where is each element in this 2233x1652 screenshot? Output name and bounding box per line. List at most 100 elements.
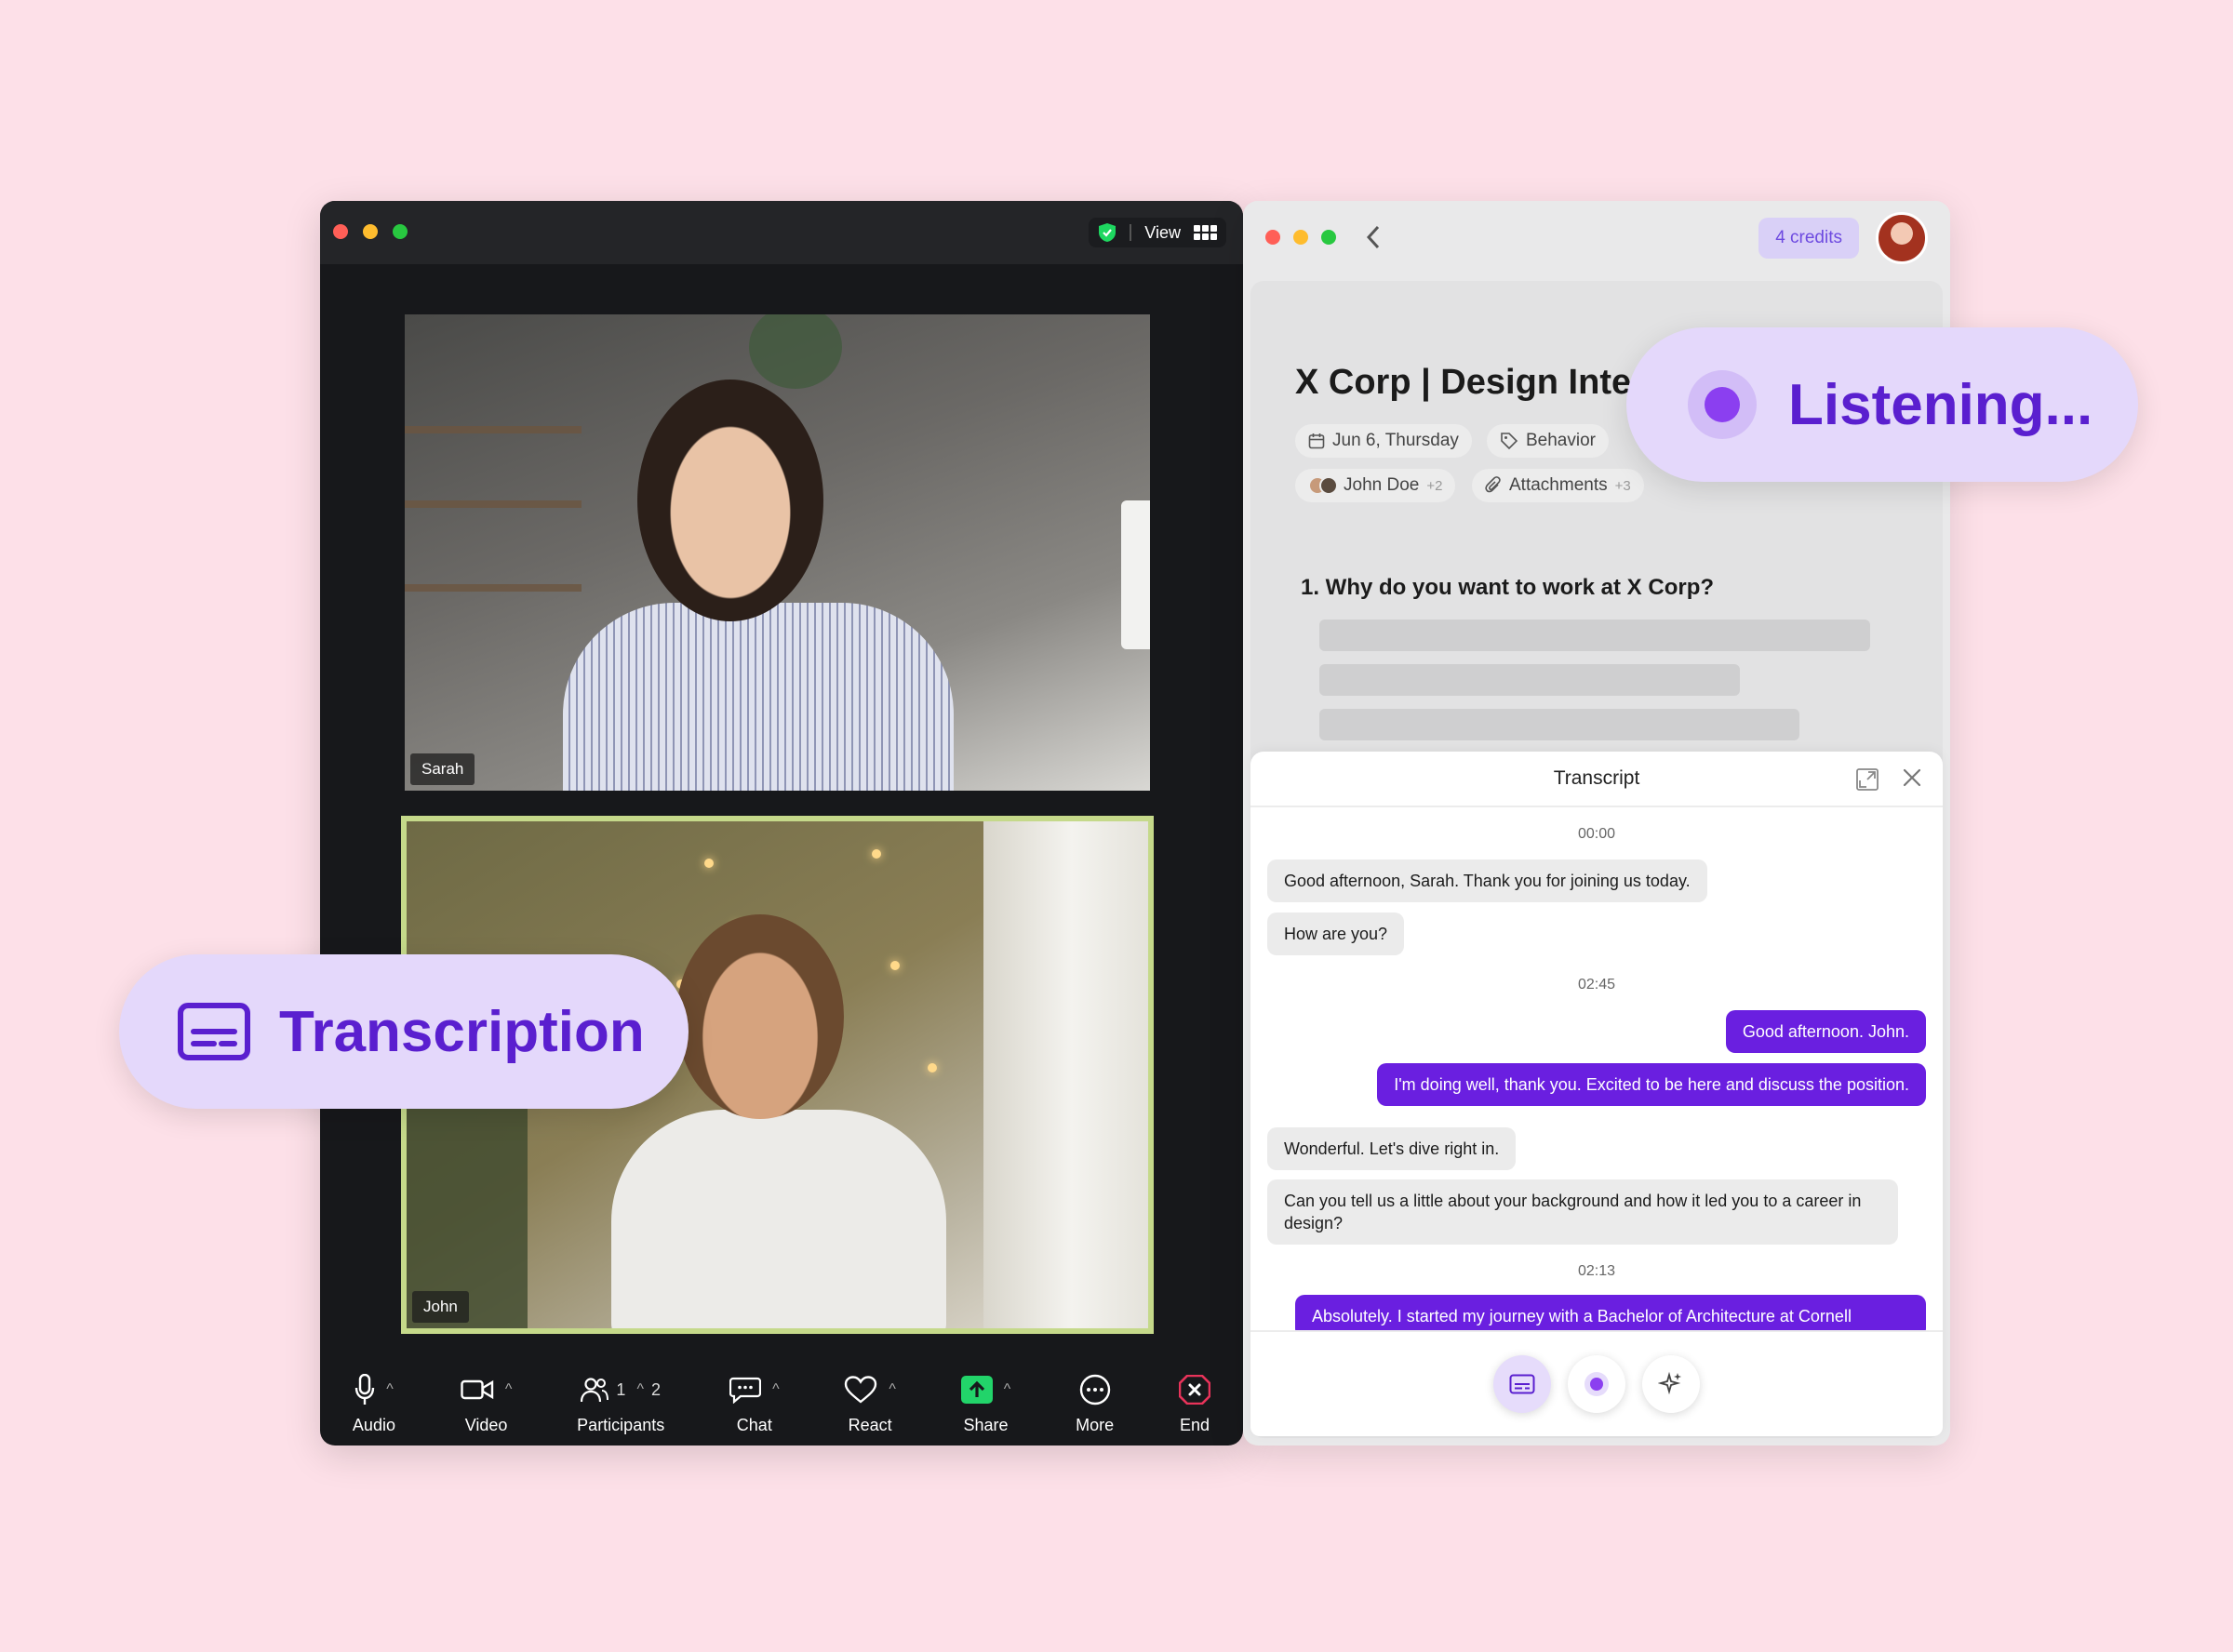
participants-count: 2 bbox=[650, 1379, 661, 1399]
answer-placeholder bbox=[1319, 664, 1740, 696]
chevron-up-icon[interactable]: ^ bbox=[889, 1381, 896, 1398]
background-shelf bbox=[405, 426, 582, 433]
participant-name-tag: Sarah bbox=[410, 753, 475, 785]
message-bubble-interviewer: How are you? bbox=[1267, 913, 1405, 955]
close-window-button[interactable] bbox=[1265, 230, 1280, 245]
message-bubble-interviewer: Can you tell us a little about your back… bbox=[1267, 1179, 1898, 1245]
user-avatar[interactable] bbox=[1876, 212, 1928, 264]
ai-assist-button[interactable] bbox=[1642, 1355, 1700, 1413]
video-camera-icon bbox=[461, 1379, 494, 1400]
react-button[interactable]: ^ React bbox=[844, 1373, 896, 1435]
people-chip[interactable]: John Doe +2 bbox=[1295, 469, 1456, 502]
date-label: Jun 6, Thursday bbox=[1332, 431, 1459, 450]
minimize-window-button[interactable] bbox=[1293, 230, 1308, 245]
listening-label: Listening... bbox=[1788, 372, 2093, 437]
end-label: End bbox=[1179, 1416, 1210, 1434]
tag-chip[interactable]: Behavior bbox=[1487, 424, 1609, 458]
page-title: X Corp | Design Interv bbox=[1295, 363, 1665, 402]
chevron-up-icon[interactable]: ^ bbox=[772, 1381, 780, 1398]
participants-icon bbox=[581, 1378, 609, 1403]
bokeh-light bbox=[704, 859, 714, 868]
transcript-actions bbox=[1250, 1330, 1943, 1436]
transcript-messages[interactable]: 00:00 Good afternoon, Sarah. Thank you f… bbox=[1250, 807, 1943, 1330]
audio-label: Audio bbox=[352, 1416, 395, 1434]
attachments-more-count: +3 bbox=[1614, 477, 1631, 494]
microphone-icon bbox=[354, 1374, 375, 1405]
transcription-label: Transcription bbox=[279, 999, 645, 1064]
record-icon bbox=[1584, 1372, 1609, 1396]
more-button[interactable]: More bbox=[1076, 1373, 1114, 1435]
chat-icon bbox=[729, 1377, 762, 1404]
end-call-icon bbox=[1179, 1375, 1210, 1405]
close-icon[interactable] bbox=[1902, 767, 1922, 788]
calendar-icon bbox=[1308, 433, 1325, 449]
message-bubble-interviewer: Good afternoon, Sarah. Thank you for joi… bbox=[1267, 859, 1707, 902]
view-label: View bbox=[1144, 222, 1181, 242]
background-plant bbox=[749, 314, 842, 389]
transcript-header: Transcript bbox=[1250, 752, 1943, 807]
end-button[interactable]: End bbox=[1179, 1373, 1210, 1435]
listening-indicator: Listening... bbox=[1626, 327, 2138, 482]
meeting-toolbar: ^ Audio ^ Video 1 ^ 2 Participants ^ Chat … bbox=[320, 1352, 1243, 1446]
person-body bbox=[611, 1110, 946, 1328]
participant-name-tag: John bbox=[412, 1291, 469, 1323]
minimize-window-button[interactable] bbox=[363, 224, 378, 239]
bokeh-light bbox=[872, 849, 881, 859]
shield-icon bbox=[1099, 223, 1116, 242]
more-label: More bbox=[1076, 1416, 1115, 1434]
audio-button[interactable]: ^ Audio bbox=[353, 1373, 395, 1435]
background-shelf bbox=[405, 584, 582, 592]
participants-label: Participants bbox=[577, 1416, 665, 1434]
transcription-badge: Transcription bbox=[119, 954, 689, 1109]
divider bbox=[1130, 224, 1132, 241]
participants-count: 1 bbox=[616, 1379, 626, 1399]
attachments-chip[interactable]: Attachments +3 bbox=[1472, 469, 1644, 502]
captions-icon bbox=[1509, 1374, 1535, 1394]
transcript-panel: Transcript 00:00 Good afternoon, Sarah. … bbox=[1250, 752, 1943, 1436]
background-shelf bbox=[405, 500, 582, 508]
person-head bbox=[676, 914, 844, 1119]
zoom-window: View Sarah John ^ Audio ^ Video 1 ^ 2 Pa… bbox=[320, 201, 1243, 1446]
answer-placeholder bbox=[1319, 709, 1799, 740]
captions-icon bbox=[178, 1003, 250, 1060]
record-button[interactable] bbox=[1568, 1355, 1625, 1413]
more-icon bbox=[1079, 1374, 1110, 1406]
view-menu[interactable]: View bbox=[1089, 218, 1226, 247]
people-avatars-icon bbox=[1308, 475, 1338, 496]
timestamp: 00:00 bbox=[1577, 826, 1616, 842]
chevron-up-icon[interactable]: ^ bbox=[1004, 1381, 1011, 1398]
message-bubble-candidate: I'm doing well, thank you. Excited to be… bbox=[1377, 1063, 1926, 1106]
bokeh-light bbox=[928, 1063, 937, 1072]
tag-icon bbox=[1501, 433, 1518, 450]
tag-label: Behavior bbox=[1526, 431, 1596, 450]
background-lamp bbox=[1121, 500, 1150, 649]
background-curtain bbox=[983, 821, 1148, 1328]
video-tile-sarah[interactable]: Sarah bbox=[405, 314, 1150, 791]
chevron-left-icon[interactable] bbox=[1364, 223, 1383, 251]
video-button[interactable]: ^ Video bbox=[461, 1373, 513, 1435]
react-label: React bbox=[848, 1416, 892, 1434]
people-label: John Doe bbox=[1344, 475, 1420, 495]
attachments-label: Attachments bbox=[1509, 475, 1608, 495]
transcription-toggle-button[interactable] bbox=[1493, 1355, 1551, 1413]
transcript-title: Transcript bbox=[1553, 767, 1640, 789]
share-button[interactable]: ^ Share bbox=[960, 1373, 1011, 1435]
maximize-window-button[interactable] bbox=[393, 224, 408, 239]
gallery-view-icon bbox=[1194, 225, 1217, 240]
expand-icon[interactable] bbox=[1855, 767, 1879, 792]
chat-button[interactable]: ^ Chat bbox=[729, 1373, 780, 1435]
share-screen-icon bbox=[960, 1376, 993, 1404]
person-body bbox=[563, 603, 954, 791]
chevron-up-icon[interactable]: ^ bbox=[386, 1381, 394, 1398]
close-window-button[interactable] bbox=[333, 224, 348, 239]
message-bubble-candidate: Absolutely. I started my journey with a … bbox=[1295, 1295, 1926, 1330]
app-titlebar: 4 credits bbox=[1243, 201, 1950, 273]
chevron-up-icon[interactable]: ^ bbox=[636, 1381, 644, 1398]
timestamp: 02:13 bbox=[1577, 1263, 1616, 1279]
credits-badge[interactable]: 4 credits bbox=[1758, 218, 1859, 259]
chevron-up-icon[interactable]: ^ bbox=[505, 1381, 513, 1398]
maximize-window-button[interactable] bbox=[1321, 230, 1336, 245]
date-chip[interactable]: Jun 6, Thursday bbox=[1295, 424, 1472, 458]
interview-question: 1. Why do you want to work at X Corp? bbox=[1301, 575, 1715, 600]
participants-button[interactable]: 1 ^ 2 Participants bbox=[577, 1373, 664, 1435]
